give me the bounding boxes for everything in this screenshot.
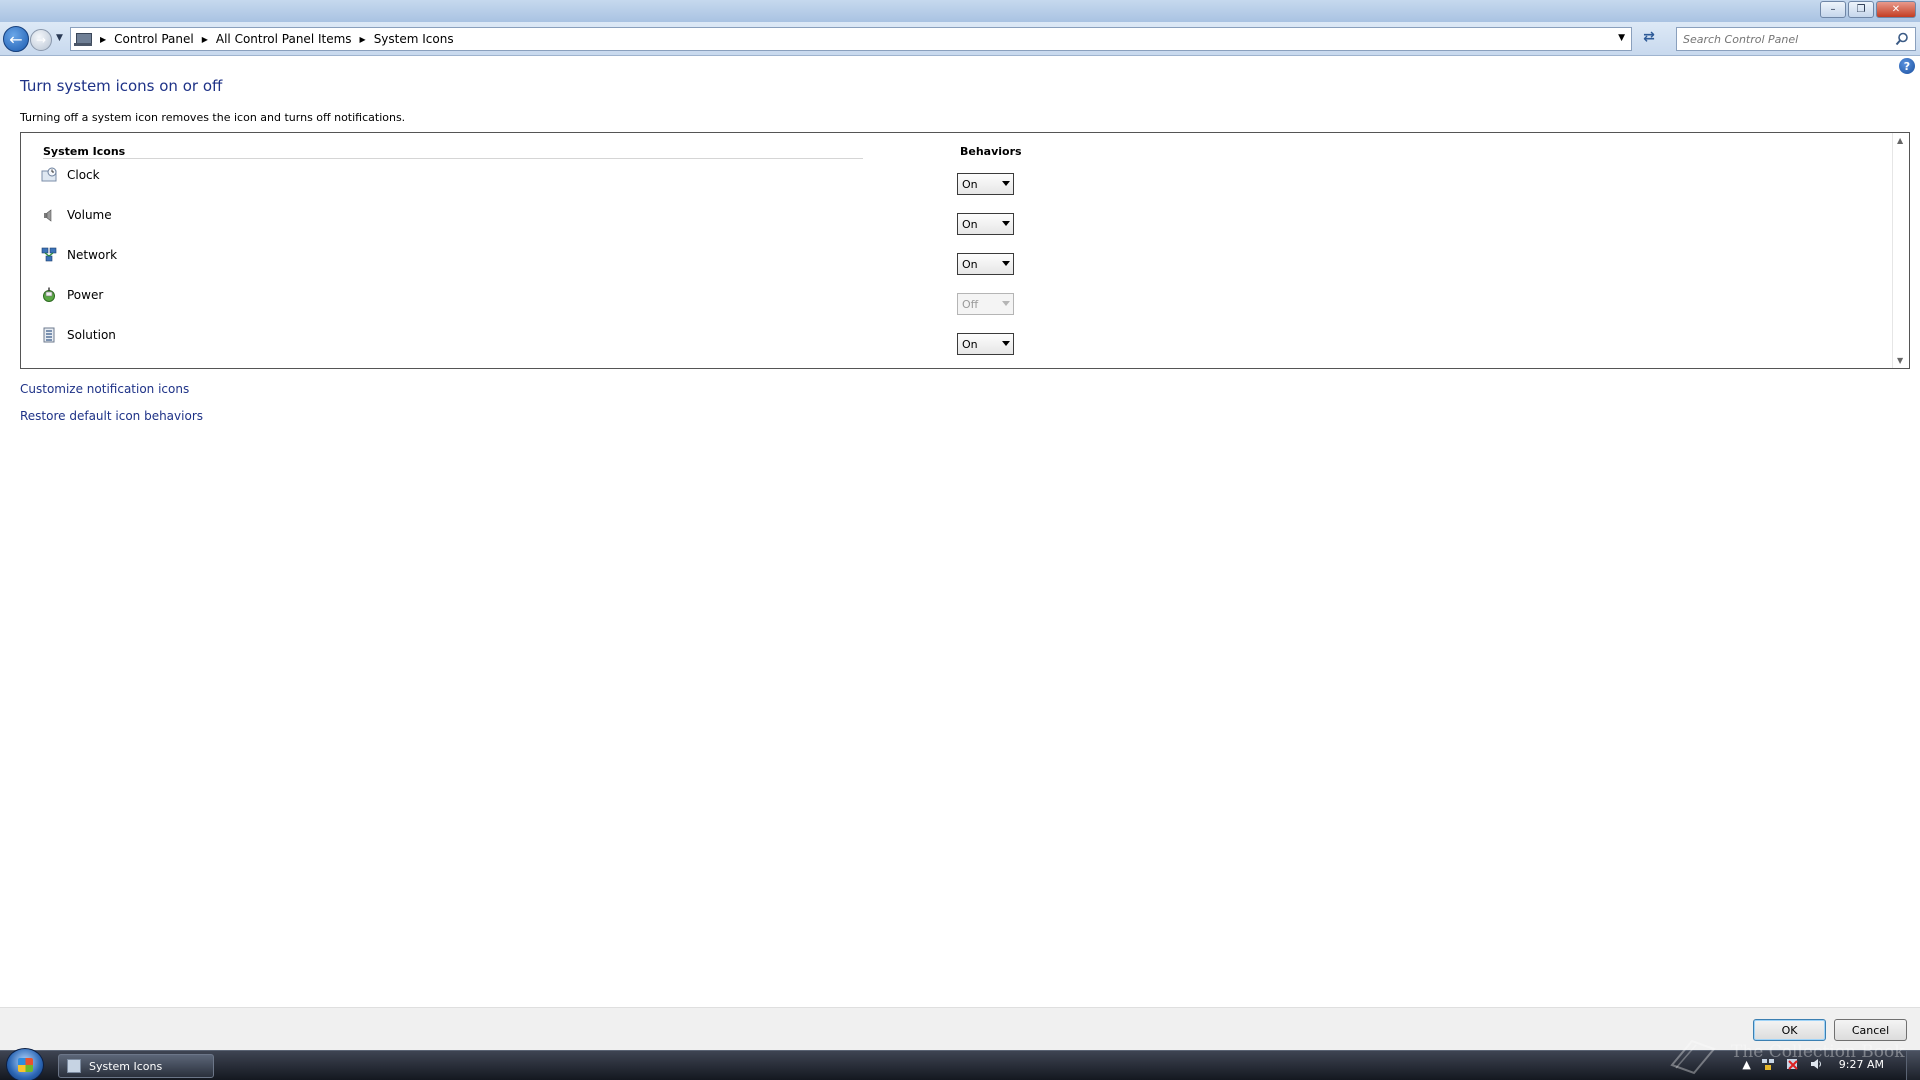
select-value: On [962,177,978,191]
command-bar: OK Cancel [0,1007,1920,1050]
select-value: On [962,257,978,271]
help-icon[interactable]: ? [1899,58,1915,74]
table-row: Network On [21,247,1121,287]
taskbar-item-system-icons[interactable]: System Icons [58,1054,214,1078]
row-label: Solution [67,328,116,342]
column-header-behaviors: Behaviors [960,145,1022,158]
select-value: On [962,217,978,231]
table-row: Clock On [21,167,1121,207]
network-behavior-select[interactable]: On [957,253,1014,275]
control-panel-icon [74,31,92,47]
power-behavior-select: Off [957,293,1014,315]
chevron-down-icon [1002,261,1010,266]
breadcrumb-separator-icon[interactable]: ▶ [100,35,106,44]
select-value: On [962,337,978,351]
arrow-left-icon: ← [9,29,23,49]
ok-button[interactable]: OK [1753,1019,1826,1041]
breadcrumb-separator-icon[interactable]: ▶ [360,35,366,44]
address-bar[interactable]: ▶ Control Panel ▶ All Control Panel Item… [70,27,1632,51]
breadcrumb-separator-icon[interactable]: ▶ [202,35,208,44]
chevron-down-icon [1002,181,1010,186]
maximize-button[interactable]: ❐ [1848,1,1874,18]
window-controls: – ❐ ✕ [1820,1,1916,18]
page-description: Turning off a system icon removes the ic… [20,111,406,124]
refresh-button[interactable]: ⇄ [1638,29,1660,49]
chevron-down-icon [1002,221,1010,226]
control-panel-icon [67,1059,81,1073]
chevron-down-icon [1002,341,1010,346]
taskbar-item-label: System Icons [89,1059,163,1073]
row-label: Clock [67,168,100,182]
navigation-bar: ← → ▼ ▶ Control Panel ▶ All Control Pane… [0,22,1920,56]
show-desktop-button[interactable] [1906,1051,1920,1080]
restore-default-behaviors-link[interactable]: Restore default icon behaviors [20,409,203,423]
search-box[interactable] [1676,27,1916,51]
column-header-system-icons: System Icons [43,145,126,158]
action-center-icon [43,327,55,343]
row-label: Network [67,248,118,262]
volume-icon [44,209,52,222]
address-dropdown-icon[interactable]: ▼ [1618,33,1625,43]
column-header-divider [43,158,863,159]
search-input[interactable] [1683,32,1883,46]
breadcrumb-system-icons[interactable]: System Icons [374,32,454,46]
solution-behavior-select[interactable]: On [957,333,1014,355]
select-value: Off [962,297,979,311]
system-icons-panel: System Icons Behaviors Clock On Volume O… [20,132,1910,369]
power-icon [43,287,55,302]
panel-scrollbar[interactable]: ▲ ▼ [1892,133,1909,368]
cancel-button[interactable]: Cancel [1834,1019,1907,1041]
breadcrumb-control-panel[interactable]: Control Panel [114,32,194,46]
close-button[interactable]: ✕ [1876,1,1916,18]
clock-icon [41,167,57,182]
arrow-right-icon: → [35,33,47,47]
page-title: Turn system icons on or off [20,77,223,95]
watermark-book-icon [1670,1039,1716,1075]
row-label: Volume [67,208,112,222]
forward-button[interactable]: → [30,29,52,51]
chevron-down-icon [1002,301,1010,306]
breadcrumb-all-items[interactable]: All Control Panel Items [216,32,352,46]
taskbar: System Icons ▲ 9:27 AM [0,1048,1920,1080]
minimize-button[interactable]: – [1820,1,1846,18]
start-button[interactable] [6,1048,44,1080]
table-row: Solution On [21,327,1121,367]
scroll-up-icon[interactable]: ▲ [1897,136,1903,145]
refresh-icon: ⇄ [1643,29,1655,45]
clock-behavior-select[interactable]: On [957,173,1014,195]
network-icon [41,247,57,262]
volume-behavior-select[interactable]: On [957,213,1014,235]
watermark-text: The Collection Book [1731,1042,1905,1062]
customize-notification-icons-link[interactable]: Customize notification icons [20,382,189,396]
table-row: Power Off [21,287,1121,327]
table-row: Volume On [21,207,1121,247]
scroll-down-icon[interactable]: ▼ [1897,356,1903,365]
search-icon[interactable] [1895,32,1909,46]
recent-pages-dropdown[interactable]: ▼ [56,33,63,43]
row-label: Power [67,288,104,302]
window-titlebar: – ❐ ✕ [0,0,1920,22]
back-button[interactable]: ← [3,26,29,52]
